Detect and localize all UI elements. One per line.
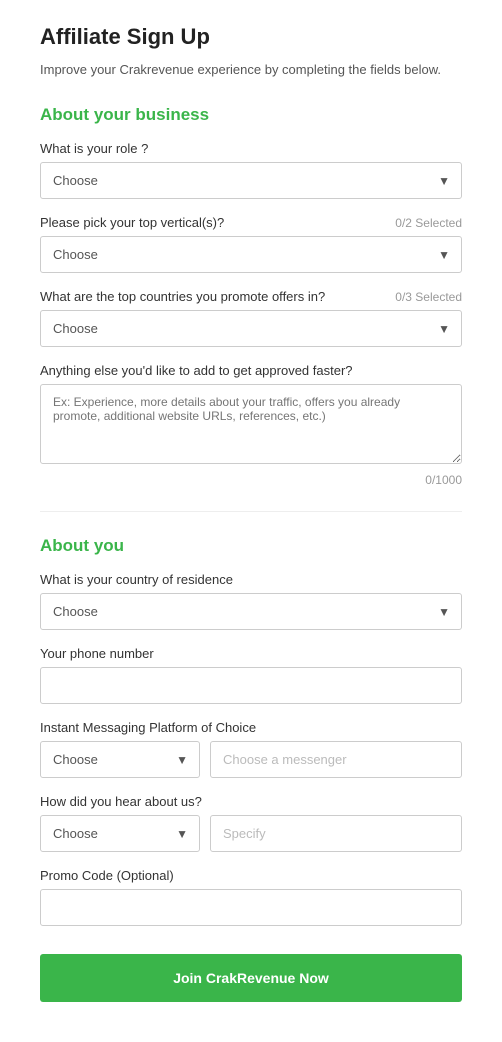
verticals-label: Please pick your top vertical(s)? <box>40 215 224 230</box>
role-select-wrapper: Choose ▼ <box>40 162 462 199</box>
countries-field-group: What are the top countries you promote o… <box>40 289 462 347</box>
hear-label: How did you hear about us? <box>40 794 462 809</box>
im-messenger-input[interactable] <box>210 741 462 778</box>
country-select-wrapper: Choose ▼ <box>40 593 462 630</box>
role-select[interactable]: Choose <box>40 162 462 199</box>
you-section: About you What is your country of reside… <box>40 536 462 926</box>
section-divider <box>40 511 462 512</box>
promo-input[interactable] <box>40 889 462 926</box>
verticals-select-wrapper: Choose ▼ <box>40 236 462 273</box>
verticals-badge: 0/2 Selected <box>395 216 462 230</box>
you-section-title: About you <box>40 536 462 556</box>
extra-textarea[interactable] <box>40 384 462 464</box>
promo-field-group: Promo Code (Optional) <box>40 868 462 926</box>
phone-field-group: Your phone number <box>40 646 462 704</box>
country-label: What is your country of residence <box>40 572 462 587</box>
hear-specify-input[interactable] <box>210 815 462 852</box>
verticals-field-group: Please pick your top vertical(s)? 0/2 Se… <box>40 215 462 273</box>
role-field-group: What is your role ? Choose ▼ <box>40 141 462 199</box>
extra-label: Anything else you'd like to add to get a… <box>40 363 462 378</box>
im-label: Instant Messaging Platform of Choice <box>40 720 462 735</box>
promo-label: Promo Code (Optional) <box>40 868 462 883</box>
page-subtitle: Improve your Crakrevenue experience by c… <box>40 62 462 77</box>
im-inline-group: Choose ▼ <box>40 741 462 778</box>
countries-select[interactable]: Choose <box>40 310 462 347</box>
extra-field-group: Anything else you'd like to add to get a… <box>40 363 462 487</box>
im-select[interactable]: Choose <box>40 741 200 778</box>
join-button[interactable]: Join CrakRevenue Now <box>40 954 462 1002</box>
business-section: About your business What is your role ? … <box>40 105 462 487</box>
countries-select-wrapper: Choose ▼ <box>40 310 462 347</box>
verticals-label-row: Please pick your top vertical(s)? 0/2 Se… <box>40 215 462 230</box>
country-field-group: What is your country of residence Choose… <box>40 572 462 630</box>
phone-label: Your phone number <box>40 646 462 661</box>
country-select[interactable]: Choose <box>40 593 462 630</box>
business-section-title: About your business <box>40 105 462 125</box>
hear-select-wrapper: Choose ▼ <box>40 815 200 852</box>
verticals-select[interactable]: Choose <box>40 236 462 273</box>
hear-field-group: How did you hear about us? Choose ▼ <box>40 794 462 852</box>
char-count: 0/1000 <box>40 473 462 487</box>
countries-label-row: What are the top countries you promote o… <box>40 289 462 304</box>
im-field-group: Instant Messaging Platform of Choice Cho… <box>40 720 462 778</box>
im-select-wrapper: Choose ▼ <box>40 741 200 778</box>
role-label: What is your role ? <box>40 141 462 156</box>
countries-badge: 0/3 Selected <box>395 290 462 304</box>
hear-select[interactable]: Choose <box>40 815 200 852</box>
page-title: Affiliate Sign Up <box>40 24 462 50</box>
hear-inline-group: Choose ▼ <box>40 815 462 852</box>
phone-input[interactable] <box>40 667 462 704</box>
countries-label: What are the top countries you promote o… <box>40 289 325 304</box>
